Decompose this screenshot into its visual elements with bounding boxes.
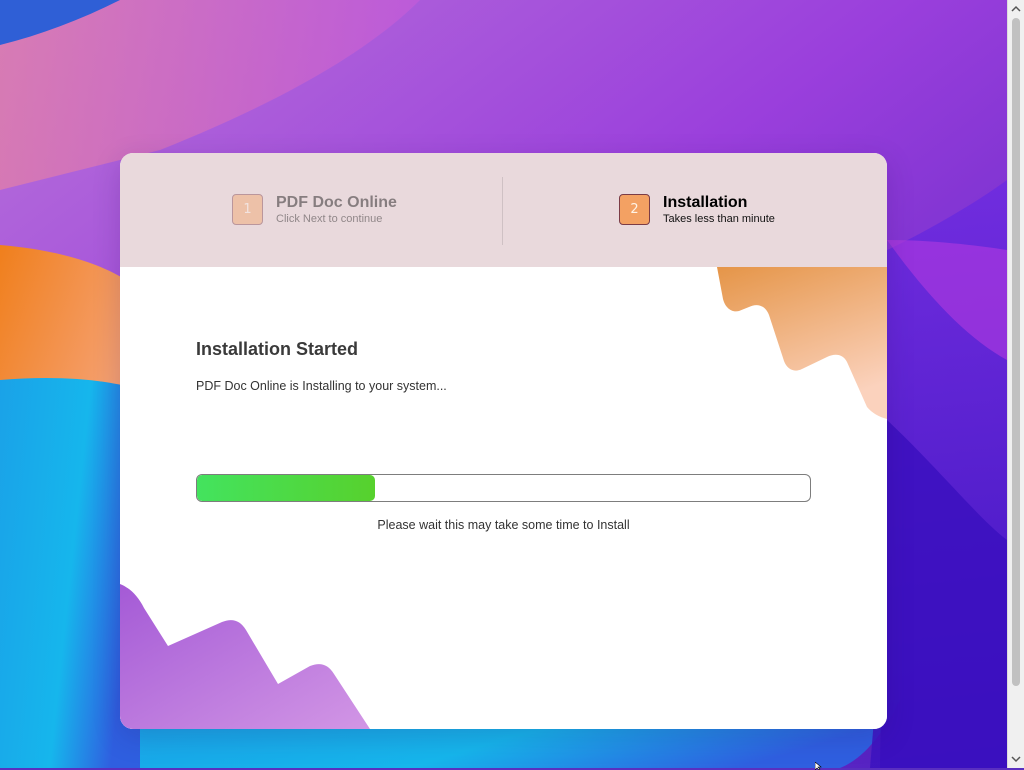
purple-peaks-decoration	[120, 584, 370, 729]
steps-divider	[502, 177, 503, 245]
wizard-step-2: 2 Installation Takes less than minute	[619, 192, 775, 226]
wizard-step-1: 1 PDF Doc Online Click Next to continue	[232, 192, 397, 226]
wizard-steps-header: 1 PDF Doc Online Click Next to continue …	[120, 153, 887, 267]
scroll-up-button[interactable]	[1008, 0, 1024, 17]
step-1-number-badge: 1	[232, 193, 263, 225]
scrollbar-thumb[interactable]	[1012, 18, 1020, 686]
installer-window: 1 PDF Doc Online Click Next to continue …	[120, 153, 887, 729]
orange-peaks-decoration	[717, 267, 887, 419]
installation-status-text: PDF Doc Online is Installing to your sys…	[196, 379, 447, 393]
mouse-cursor-icon	[815, 762, 822, 770]
installation-title: Installation Started	[196, 339, 359, 359]
scroll-down-button[interactable]	[1008, 751, 1024, 768]
installation-progress-bar	[196, 474, 811, 502]
installer-body: Installation Started PDF Doc Online is I…	[120, 267, 887, 729]
step-2-number-badge: 2	[619, 193, 650, 225]
step-1-title: PDF Doc Online	[276, 193, 397, 211]
chevron-down-icon	[1011, 756, 1021, 763]
progress-fill	[197, 475, 375, 501]
step-2-subtitle: Takes less than minute	[663, 212, 775, 225]
vertical-scrollbar[interactable]	[1007, 0, 1024, 768]
progress-note: Please wait this may take some time to I…	[377, 518, 630, 532]
chevron-up-icon	[1011, 5, 1021, 12]
step-2-title: Installation	[663, 193, 748, 211]
step-1-subtitle: Click Next to continue	[276, 212, 383, 225]
